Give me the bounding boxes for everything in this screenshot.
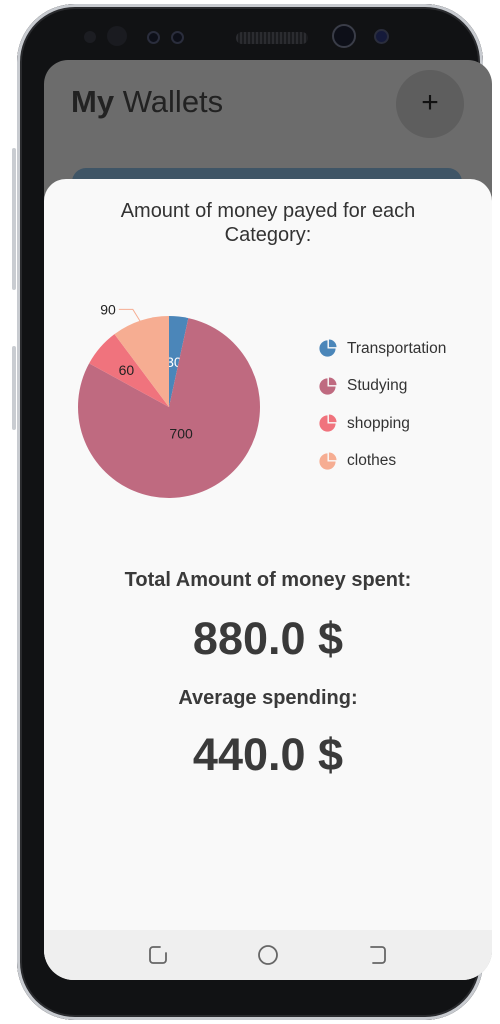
- earpiece-speaker: [236, 32, 308, 44]
- pie-data-label-clothes: 90: [100, 301, 116, 317]
- average-spending-label: Average spending:: [178, 687, 358, 709]
- front-camera: [332, 24, 356, 48]
- sensor-dot: [171, 31, 184, 44]
- chart-legend: Transportation Studying shopping clothes: [318, 330, 446, 480]
- navigation-bar: [44, 930, 492, 980]
- sensor-dot: [147, 31, 160, 44]
- iris-sensor: [107, 26, 127, 46]
- back-icon[interactable]: [364, 942, 390, 968]
- page-title-rest: Wallets: [114, 84, 224, 119]
- pie-chart-icon: [319, 339, 337, 357]
- proximity-sensor: [84, 31, 96, 43]
- legend-item-clothes: clothes: [318, 443, 446, 481]
- legend-label: clothes: [347, 452, 397, 470]
- page-title-bold: My: [71, 84, 115, 119]
- add-wallet-button[interactable]: +: [396, 70, 464, 138]
- pie-chart-icon: [319, 377, 337, 395]
- legend-label: Transportation: [347, 339, 447, 357]
- front-camera-secondary: [374, 29, 389, 44]
- screen: My Wallets + Amount of money payed for e…: [44, 60, 492, 980]
- volume-down-button: [12, 346, 16, 430]
- legend-label: shopping: [347, 414, 410, 432]
- statistics-sheet: Amount of money payed for each Category:…: [44, 179, 492, 980]
- volume-up-button: [12, 148, 16, 290]
- pie-label-leader-clothes: [118, 308, 142, 323]
- pie-chart-icon: [319, 452, 337, 470]
- phone-frame: My Wallets + Amount of money payed for e…: [17, 4, 492, 1020]
- legend-item-studying: Studying: [318, 368, 446, 406]
- pie-chart-icon: [319, 414, 337, 432]
- home-icon[interactable]: [255, 942, 281, 968]
- pie-data-label-shopping: 60: [119, 362, 135, 378]
- legend-item-transportation: Transportation: [318, 330, 446, 368]
- recent-apps-icon[interactable]: [145, 942, 171, 968]
- legend-label: Studying: [347, 377, 408, 395]
- pie-data-label-studying: 700: [169, 425, 193, 441]
- average-spending-value: 440.0 $: [192, 729, 344, 780]
- total-spent-value: 880.0 $: [192, 613, 344, 664]
- total-spent-label: Total Amount of money spent:: [124, 569, 412, 591]
- page-title: My Wallets: [71, 84, 223, 120]
- legend-item-shopping: shopping: [318, 405, 446, 443]
